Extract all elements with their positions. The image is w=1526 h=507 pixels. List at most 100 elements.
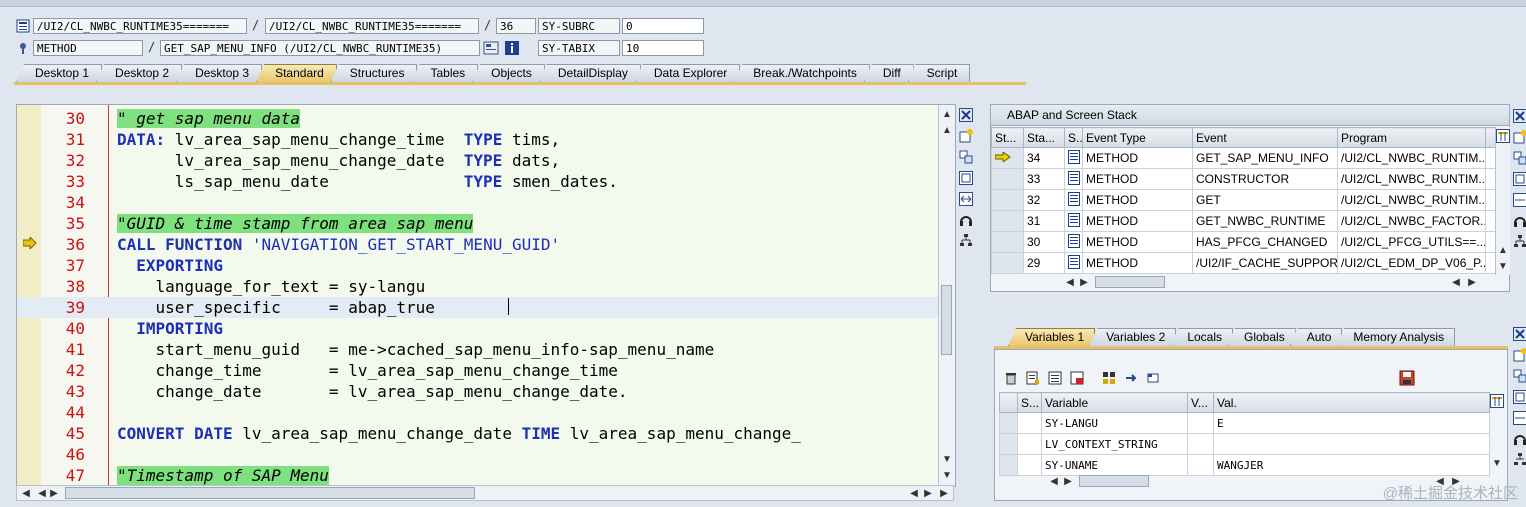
replace-tool-icon[interactable] [958,149,974,165]
table-cell[interactable]: E [1213,412,1490,434]
tree-icon[interactable] [1512,452,1526,468]
code-line[interactable]: 36 CALL FUNCTION 'NAVIGATION_GET_START_ME… [17,234,955,255]
display-source-icon[interactable] [483,40,499,59]
editor-horizontal-scrollbar[interactable]: ◀ ◀ ▶ ◀ ▶ ▶ [16,485,954,501]
stack-row[interactable]: 32 METHOD GET/UI2/CL_NWBC_RUNTIM... [991,189,1496,211]
code-line[interactable]: 34 [17,192,955,213]
swap-icon[interactable] [1512,410,1526,426]
new-tool-icon[interactable] [1512,129,1526,145]
variables-vertical-scrollbar[interactable]: ▼ [1489,392,1505,472]
scroll-thumb[interactable] [1079,475,1149,487]
stack-row[interactable]: 34 METHOD GET_SAP_MENU_INFO/UI2/CL_NWBC_RU… [991,147,1496,169]
table-cell[interactable]: SY-LANGU [1041,412,1188,434]
new-tool-icon[interactable] [1512,347,1526,363]
scroll-left-icon[interactable]: ◀ [1063,275,1077,289]
scroll-right-icon[interactable]: ▶ [1061,474,1075,488]
scroll-down-icon[interactable]: ▼ [940,468,954,482]
code-line[interactable]: 47 "Timestamp of SAP Menu [17,465,955,486]
table-cell[interactable] [1213,433,1490,455]
scroll-left-icon[interactable]: ◀ [19,486,33,500]
stack-row[interactable]: 29 METHOD/UI2/IF_CACHE_SUPPOR.../UI2/CL_E… [991,252,1496,274]
tab-breakpoints[interactable]: Break./Watchpoints [734,64,870,82]
line-number-field[interactable]: 36 [496,18,536,34]
column-header[interactable]: Event [1192,127,1338,148]
variable-row[interactable]: LV_CONTEXT_STRING [999,433,1490,455]
tag-icon[interactable] [1145,370,1161,386]
code-line[interactable]: 46 [17,444,955,465]
stack-vertical-scrollbar[interactable]: ▼ ▲ [1495,127,1510,275]
tab-tables[interactable]: Tables [411,64,479,82]
tab-variables-2[interactable]: Variables 2 [1089,328,1177,346]
variable-row[interactable]: SY-UNAME WANGJER [999,454,1490,476]
tab-auto[interactable]: Auto [1289,328,1343,346]
tree-icon[interactable] [958,233,974,249]
main-program-field[interactable]: /UI2/CL_NWBC_RUNTIME35======= [33,18,247,34]
code-line[interactable]: 40 IMPORTING [17,318,955,339]
source-code-editor[interactable]: 30 " get sap menu data 31 DATA: lv_area_sap… [16,104,956,487]
tab-script[interactable]: Script [907,64,971,82]
include-field[interactable]: /UI2/CL_NWBC_RUNTIME35======= [265,18,479,34]
import-icon[interactable] [1025,370,1041,386]
column-header[interactable]: S... [1017,392,1042,413]
scroll-up-icon[interactable]: ▲ [940,107,954,121]
tree-icon[interactable] [1512,234,1526,250]
stack-row[interactable]: 30 METHOD HAS_PFCG_CHANGED/UI2/CL_PFCG_UTI… [991,231,1496,253]
code-line[interactable]: 44 [17,402,955,423]
stack-row[interactable]: 31 METHOD GET_NWBC_RUNTIME/UI2/CL_NWBC_FAC… [991,210,1496,232]
variable-row[interactable]: SY-LANGU E [999,412,1490,434]
tab-data-explorer[interactable]: Data Explorer [634,64,741,82]
tab-objects[interactable]: Objects [472,64,545,82]
code-line[interactable]: 45 CONVERT DATE lv_area_sap_menu_change_d… [17,423,955,444]
maximize-icon[interactable] [958,170,974,186]
event-type-field[interactable]: METHOD [33,40,143,56]
code-line[interactable]: 30 " get sap menu data [17,108,955,129]
table-cell[interactable]: LV_CONTEXT_STRING [1041,433,1188,455]
table-cell[interactable]: WANGJER [1213,454,1490,476]
maximize-icon[interactable] [1512,171,1526,187]
services-icon[interactable] [1512,431,1526,447]
delete-icon[interactable] [1003,370,1019,386]
transfer-icon[interactable] [1123,370,1139,386]
tab-desktop-1[interactable]: Desktop 1 [16,64,103,82]
close-icon[interactable] [1512,326,1526,342]
replace-tool-icon[interactable] [1512,150,1526,166]
code-line[interactable]: 39 user_specific = abap_true [17,297,955,318]
save-icon[interactable] [1399,370,1415,389]
column-header[interactable]: Sta... [1023,127,1065,148]
editor-vertical-scrollbar[interactable]: ▲ ▲ ▼ ▼ [938,105,955,486]
code-line[interactable]: 35 "GUID & time stamp from area sap menu [17,213,955,234]
scroll-up-icon[interactable]: ▲ [1496,243,1510,257]
code-line[interactable]: 31 DATA: lv_area_sap_menu_change_time TYP… [17,129,955,150]
column-header[interactable]: St... [991,127,1024,148]
tab-structures[interactable]: Structures [330,64,418,82]
swap-icon[interactable] [958,191,974,207]
code-line[interactable]: 33 ls_sap_menu_date TYPE smen_dates. [17,171,955,192]
close-icon[interactable] [958,107,974,123]
list-icon[interactable] [1047,370,1063,386]
column-header[interactable]: Variable [1041,392,1188,413]
scroll-right-icon[interactable]: ▶ [921,486,935,500]
tab-detaildisplay[interactable]: DetailDisplay [538,64,641,82]
scroll-down-icon[interactable]: ▼ [1490,456,1504,470]
scroll-thumb[interactable] [1095,276,1165,288]
scroll-up-icon[interactable]: ▲ [940,123,954,137]
tab-variables-1[interactable]: Variables 1 [1008,328,1096,346]
tab-diff[interactable]: Diff [863,64,914,82]
scroll-left-icon[interactable]: ◀ [907,486,921,500]
scroll-down-icon[interactable]: ▼ [1496,259,1510,273]
tab-standard[interactable]: Standard [256,64,337,82]
replace-tool-icon[interactable] [1512,368,1526,384]
tab-locals[interactable]: Locals [1170,328,1233,346]
services-icon[interactable] [958,212,974,228]
layout-icon[interactable] [1490,394,1504,411]
info-icon[interactable] [504,40,520,59]
hierarchy-icon[interactable] [1101,370,1117,386]
tab-desktop-2[interactable]: Desktop 2 [96,64,183,82]
event-name-field[interactable]: GET_SAP_MENU_INFO (/UI2/CL_NWBC_RUNTIME3… [160,40,480,56]
services-icon[interactable] [1512,213,1526,229]
stack-row[interactable]: 33 METHOD CONSTRUCTOR/UI2/CL_NWBC_RUNTIM..… [991,168,1496,190]
scroll-right-icon[interactable]: ▶ [1465,275,1479,289]
layout-icon[interactable] [1496,129,1510,146]
code-line[interactable]: 37 EXPORTING [17,255,955,276]
code-line[interactable]: 42 change_time = lv_area_sap_menu_change… [17,360,955,381]
